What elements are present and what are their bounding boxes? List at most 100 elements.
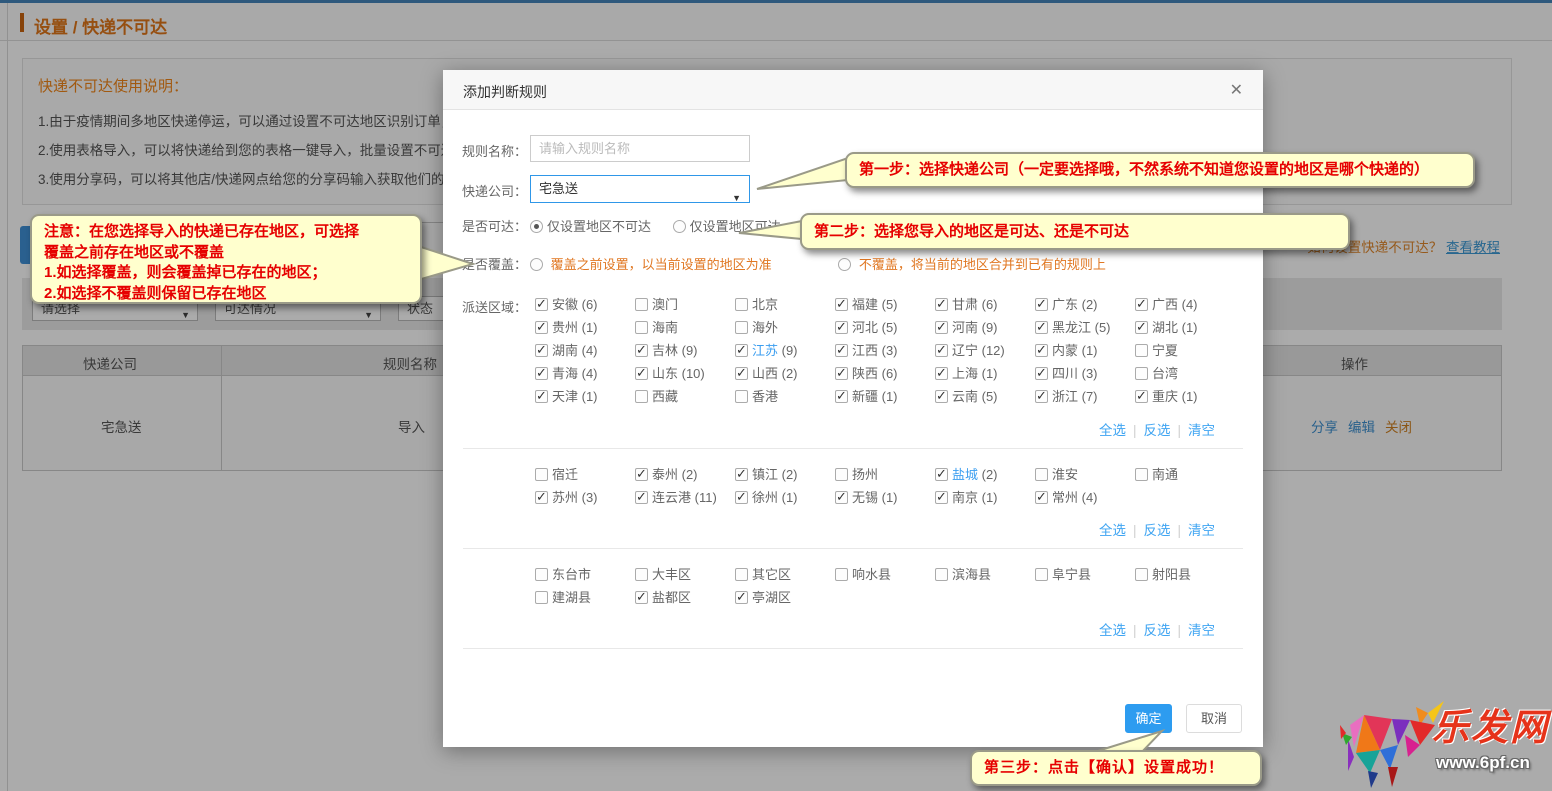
checkbox-icon[interactable] [1135, 568, 1148, 581]
checkbox-icon[interactable] [735, 491, 748, 504]
close-icon[interactable]: ✕ [1230, 80, 1243, 100]
checkbox-icon[interactable] [835, 344, 848, 357]
checkbox-icon[interactable] [535, 298, 548, 311]
checkbox-icon[interactable] [835, 390, 848, 403]
radio-icon[interactable] [530, 258, 543, 271]
checkbox-icon[interactable] [735, 568, 748, 581]
clear-link[interactable]: 清空 [1188, 423, 1215, 438]
checkbox-icon[interactable] [1035, 344, 1048, 357]
checkbox-icon[interactable] [835, 568, 848, 581]
region-option[interactable]: 广西 (4) [1135, 294, 1235, 313]
region-option[interactable]: 建湖县 [535, 587, 635, 606]
cancel-button[interactable]: 取消 [1186, 704, 1242, 733]
region-option[interactable]: 其它区 [735, 564, 835, 583]
region-option[interactable]: 重庆 (1) [1135, 386, 1235, 405]
checkbox-icon[interactable] [535, 390, 548, 403]
checkbox-icon[interactable] [535, 344, 548, 357]
checkbox-icon[interactable] [635, 321, 648, 334]
region-option[interactable]: 吉林 (9) [635, 340, 735, 359]
checkbox-icon[interactable] [1035, 298, 1048, 311]
region-option[interactable]: 河北 (5) [835, 317, 935, 336]
region-option[interactable]: 西藏 [635, 386, 735, 405]
checkbox-icon[interactable] [535, 367, 548, 380]
checkbox-icon[interactable] [1035, 367, 1048, 380]
checkbox-icon[interactable] [1135, 344, 1148, 357]
region-option[interactable]: 陕西 (6) [835, 363, 935, 382]
radio-override[interactable]: 覆盖之前设置，以当前设置的地区为准 [530, 257, 772, 272]
region-option[interactable]: 阜宁县 [1035, 564, 1135, 583]
checkbox-icon[interactable] [635, 390, 648, 403]
checkbox-icon[interactable] [1035, 321, 1048, 334]
region-option[interactable]: 海南 [635, 317, 735, 336]
region-option[interactable]: 盐城 (2) [935, 464, 1035, 483]
radio-icon[interactable] [530, 220, 543, 233]
checkbox-icon[interactable] [935, 298, 948, 311]
region-option[interactable]: 福建 (5) [835, 294, 935, 313]
checkbox-icon[interactable] [935, 367, 948, 380]
checkbox-icon[interactable] [1135, 367, 1148, 380]
region-option[interactable]: 南京 (1) [935, 487, 1035, 506]
select-all-link[interactable]: 全选 [1099, 423, 1126, 438]
select-all-link[interactable]: 全选 [1099, 523, 1126, 538]
clear-link[interactable]: 清空 [1188, 623, 1215, 638]
region-option[interactable]: 广东 (2) [1035, 294, 1135, 313]
checkbox-icon[interactable] [935, 468, 948, 481]
region-option[interactable]: 江苏 (9) [735, 340, 835, 359]
region-option[interactable]: 山东 (10) [635, 363, 735, 382]
radio-unreachable[interactable]: 仅设置地区不可达 [530, 219, 651, 234]
region-option[interactable]: 青海 (4) [535, 363, 635, 382]
select-all-link[interactable]: 全选 [1099, 623, 1126, 638]
checkbox-icon[interactable] [835, 298, 848, 311]
checkbox-icon[interactable] [735, 298, 748, 311]
checkbox-icon[interactable] [935, 390, 948, 403]
region-option[interactable]: 云南 (5) [935, 386, 1035, 405]
region-option[interactable]: 湖南 (4) [535, 340, 635, 359]
checkbox-icon[interactable] [1035, 390, 1048, 403]
radio-icon[interactable] [838, 258, 851, 271]
invert-select-link[interactable]: 反选 [1143, 523, 1170, 538]
checkbox-icon[interactable] [735, 321, 748, 334]
checkbox-icon[interactable] [935, 321, 948, 334]
region-option[interactable]: 黑龙江 (5) [1035, 317, 1135, 336]
region-option[interactable]: 台湾 [1135, 363, 1235, 382]
region-option[interactable]: 东台市 [535, 564, 635, 583]
region-option[interactable]: 天津 (1) [535, 386, 635, 405]
checkbox-icon[interactable] [635, 468, 648, 481]
region-option[interactable]: 宿迁 [535, 464, 635, 483]
checkbox-icon[interactable] [1035, 468, 1048, 481]
region-option[interactable]: 宁夏 [1135, 340, 1235, 359]
invert-select-link[interactable]: 反选 [1143, 423, 1170, 438]
region-option[interactable]: 徐州 (1) [735, 487, 835, 506]
region-option[interactable]: 山西 (2) [735, 363, 835, 382]
region-option[interactable]: 南通 [1135, 464, 1235, 483]
checkbox-icon[interactable] [735, 390, 748, 403]
region-option[interactable]: 甘肃 (6) [935, 294, 1035, 313]
region-option[interactable]: 泰州 (2) [635, 464, 735, 483]
checkbox-icon[interactable] [635, 591, 648, 604]
express-company-select[interactable]: 宅急送▼ [530, 175, 750, 203]
region-option[interactable]: 亭湖区 [735, 587, 835, 606]
rule-name-input[interactable] [530, 135, 750, 162]
radio-icon[interactable] [673, 220, 686, 233]
region-option[interactable]: 湖北 (1) [1135, 317, 1235, 336]
region-option[interactable]: 无锡 (1) [835, 487, 935, 506]
region-option[interactable]: 射阳县 [1135, 564, 1235, 583]
checkbox-icon[interactable] [835, 367, 848, 380]
checkbox-icon[interactable] [635, 367, 648, 380]
region-option[interactable]: 海外 [735, 317, 835, 336]
region-option[interactable]: 大丰区 [635, 564, 735, 583]
checkbox-icon[interactable] [535, 568, 548, 581]
checkbox-icon[interactable] [735, 344, 748, 357]
checkbox-icon[interactable] [1135, 390, 1148, 403]
checkbox-icon[interactable] [935, 491, 948, 504]
region-option[interactable]: 苏州 (3) [535, 487, 635, 506]
checkbox-icon[interactable] [635, 491, 648, 504]
checkbox-icon[interactable] [835, 468, 848, 481]
checkbox-icon[interactable] [635, 298, 648, 311]
region-option[interactable]: 连云港 (11) [635, 487, 735, 506]
region-option[interactable]: 贵州 (1) [535, 317, 635, 336]
checkbox-icon[interactable] [535, 591, 548, 604]
region-option[interactable]: 四川 (3) [1035, 363, 1135, 382]
clear-link[interactable]: 清空 [1188, 523, 1215, 538]
region-option[interactable]: 淮安 [1035, 464, 1135, 483]
